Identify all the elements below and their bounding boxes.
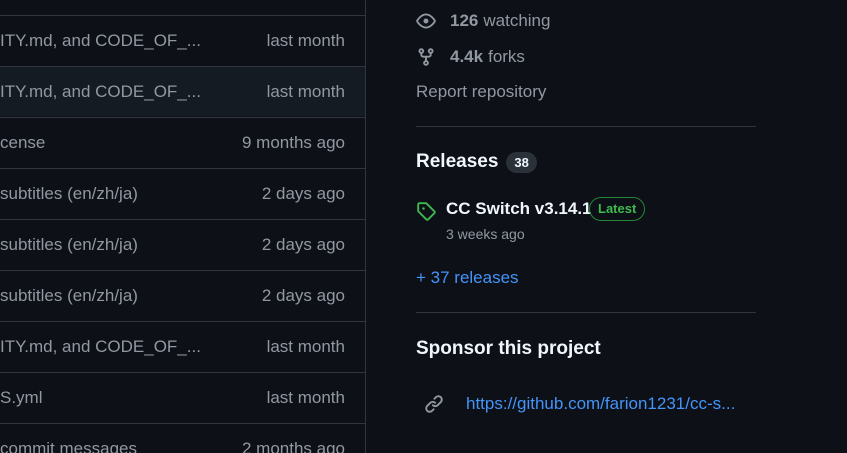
table-row[interactable]: ITY.md, and CODE_OF_... last month — [0, 15, 365, 65]
commit-message[interactable]: subtitles (en/zh/ja) — [0, 169, 138, 219]
commit-message[interactable]: subtitles (en/zh/ja) — [0, 271, 138, 321]
latest-badge: Latest — [589, 197, 646, 221]
commit-message[interactable]: subtitles (en/zh/ja) — [0, 220, 138, 270]
release-date: 3 weeks ago — [446, 226, 525, 242]
commit-time: 2 months ago — [241, 439, 345, 453]
divider — [416, 126, 756, 127]
table-row[interactable]: subtitles (en/zh/ja) 2 days ago — [0, 270, 365, 320]
commit-time: 2 days ago — [261, 235, 345, 254]
watching-link[interactable]: 126 watching — [416, 9, 550, 33]
table-row[interactable]: cense 9 months ago — [0, 117, 365, 167]
commit-message[interactable]: ITY.md, and CODE_OF_... — [0, 16, 201, 66]
commit-time: last month — [266, 82, 345, 101]
watching-count: 126 — [450, 11, 479, 30]
commit-time: last month — [266, 337, 345, 356]
forks-count: 4.4k — [450, 47, 484, 66]
more-releases-link[interactable]: + 37 releases — [416, 268, 519, 288]
latest-release[interactable]: CC Switch v3.14.1 Latest 3 weeks ago — [416, 197, 756, 247]
file-table: ITY.md, and CODE_OF_... last month ITY.m… — [0, 0, 366, 453]
commit-message[interactable]: commit messages — [0, 424, 137, 453]
sponsor-link[interactable]: https://github.com/farion1231/cc-s... — [424, 392, 764, 416]
table-row[interactable]: ITY.md, and CODE_OF_... last month — [0, 321, 365, 371]
sponsor-url[interactable]: https://github.com/farion1231/cc-s... — [466, 394, 735, 414]
table-row[interactable]: subtitles (en/zh/ja) 2 days ago — [0, 219, 365, 269]
commit-message[interactable]: ITY.md, and CODE_OF_... — [0, 67, 201, 117]
table-row[interactable]: ITY.md, and CODE_OF_... last month — [0, 66, 365, 116]
tag-icon — [416, 201, 436, 221]
release-name[interactable]: CC Switch v3.14.1 — [446, 199, 592, 219]
commit-time: 2 days ago — [261, 286, 345, 305]
report-repository-link[interactable]: Report repository — [416, 82, 546, 102]
sponsor-heading: Sponsor this project — [416, 338, 601, 359]
releases-heading[interactable]: Releases 38 — [416, 151, 537, 173]
releases-count-badge: 38 — [506, 151, 537, 173]
forks-label: forks — [488, 47, 525, 66]
repo-sidebar: 126 watching 4.4k forks Report repositor… — [416, 0, 756, 453]
commit-time: 2 days ago — [261, 184, 345, 203]
page: ITY.md, and CODE_OF_... last month ITY.m… — [0, 0, 847, 453]
table-row[interactable]: commit messages 2 months ago — [0, 423, 365, 453]
commit-time: last month — [266, 388, 345, 407]
watching-label: watching — [483, 11, 551, 30]
commit-message[interactable]: ITY.md, and CODE_OF_... — [0, 322, 201, 372]
commit-message[interactable]: S.yml — [0, 373, 43, 423]
eye-icon — [416, 11, 436, 31]
commit-time: 9 months ago — [241, 133, 345, 152]
table-row[interactable]: subtitles (en/zh/ja) 2 days ago — [0, 168, 365, 218]
commit-time: last month — [266, 31, 345, 50]
fork-icon — [416, 47, 436, 67]
table-row[interactable]: S.yml last month — [0, 372, 365, 422]
commit-message[interactable]: cense — [0, 118, 45, 168]
link-icon — [424, 394, 444, 414]
forks-link[interactable]: 4.4k forks — [416, 45, 525, 69]
divider — [416, 312, 756, 313]
releases-title[interactable]: Releases — [416, 151, 498, 173]
